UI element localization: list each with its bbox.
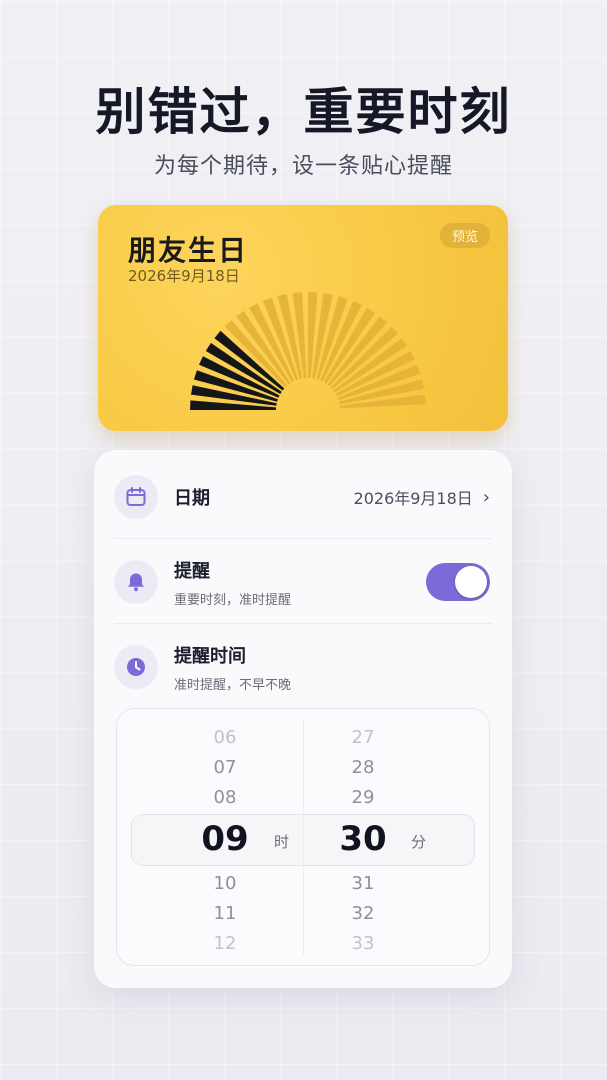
minute-option[interactable]: 31 xyxy=(303,873,423,894)
reminder-settings-card: 日期 2026年9月18日 › 提醒 重要时刻，准时提醒 提醒时间 准时提醒，不… xyxy=(94,450,512,988)
page-headline: 别错过，重要时刻 xyxy=(95,82,512,141)
hour-option[interactable]: 12 xyxy=(165,933,285,954)
date-value-text: 2026年9月18日 xyxy=(353,489,473,508)
reminder-time-row: 提醒时间 准时提醒，不早不晚 xyxy=(94,624,512,710)
date-label: 日期 xyxy=(174,488,210,509)
reminder-toggle[interactable] xyxy=(426,563,490,601)
preview-date: 2026年9月18日 xyxy=(128,267,240,285)
hour-selected[interactable]: 09 xyxy=(165,819,285,859)
reminder-sublabel: 重要时刻，准时提醒 xyxy=(174,592,292,608)
page-subtitle: 为每个期待，设一条贴心提醒 xyxy=(153,154,453,179)
minute-option[interactable]: 32 xyxy=(303,903,423,924)
calendar-icon xyxy=(114,475,158,519)
folding-fan-illustration xyxy=(190,292,426,410)
reminder-row: 提醒 重要时刻，准时提醒 xyxy=(94,539,512,625)
hour-option[interactable]: 07 xyxy=(165,757,285,778)
reminder-time-label: 提醒时间 xyxy=(174,645,246,667)
reminder-time-sublabel: 准时提醒，不早不晚 xyxy=(174,677,292,693)
hour-unit: 时 xyxy=(274,833,290,851)
hour-option[interactable]: 10 xyxy=(165,873,285,894)
minute-option[interactable]: 28 xyxy=(303,757,423,778)
chevron-right-icon: › xyxy=(482,486,490,508)
minute-unit: 分 xyxy=(411,833,427,851)
hour-option[interactable]: 06 xyxy=(165,727,285,748)
date-value[interactable]: 2026年9月18日 › xyxy=(354,485,490,509)
hour-wheel[interactable]: 06 07 08 09 10 11 12 时 xyxy=(117,709,303,965)
reminder-preview-card[interactable]: 朋友生日 2026年9月18日 预览 xyxy=(98,205,508,431)
reminder-label: 提醒 xyxy=(174,560,210,582)
minute-option[interactable]: 29 xyxy=(303,787,423,808)
minute-wheel[interactable]: 27 28 29 30 31 32 33 分 xyxy=(303,709,489,965)
bell-icon xyxy=(114,560,158,604)
hour-option[interactable]: 08 xyxy=(165,787,285,808)
toggle-knob xyxy=(455,566,487,598)
minute-option[interactable]: 33 xyxy=(303,933,423,954)
preview-title: 朋友生日 xyxy=(128,234,249,267)
preview-badge: 预览 xyxy=(439,223,490,248)
clock-icon xyxy=(114,645,158,689)
minute-selected[interactable]: 30 xyxy=(303,819,423,859)
hour-option[interactable]: 11 xyxy=(165,903,285,924)
minute-option[interactable]: 27 xyxy=(303,727,423,748)
date-row[interactable]: 日期 2026年9月18日 › xyxy=(94,454,512,540)
time-picker[interactable]: 06 07 08 09 10 11 12 时 27 28 29 30 31 32… xyxy=(116,708,490,966)
